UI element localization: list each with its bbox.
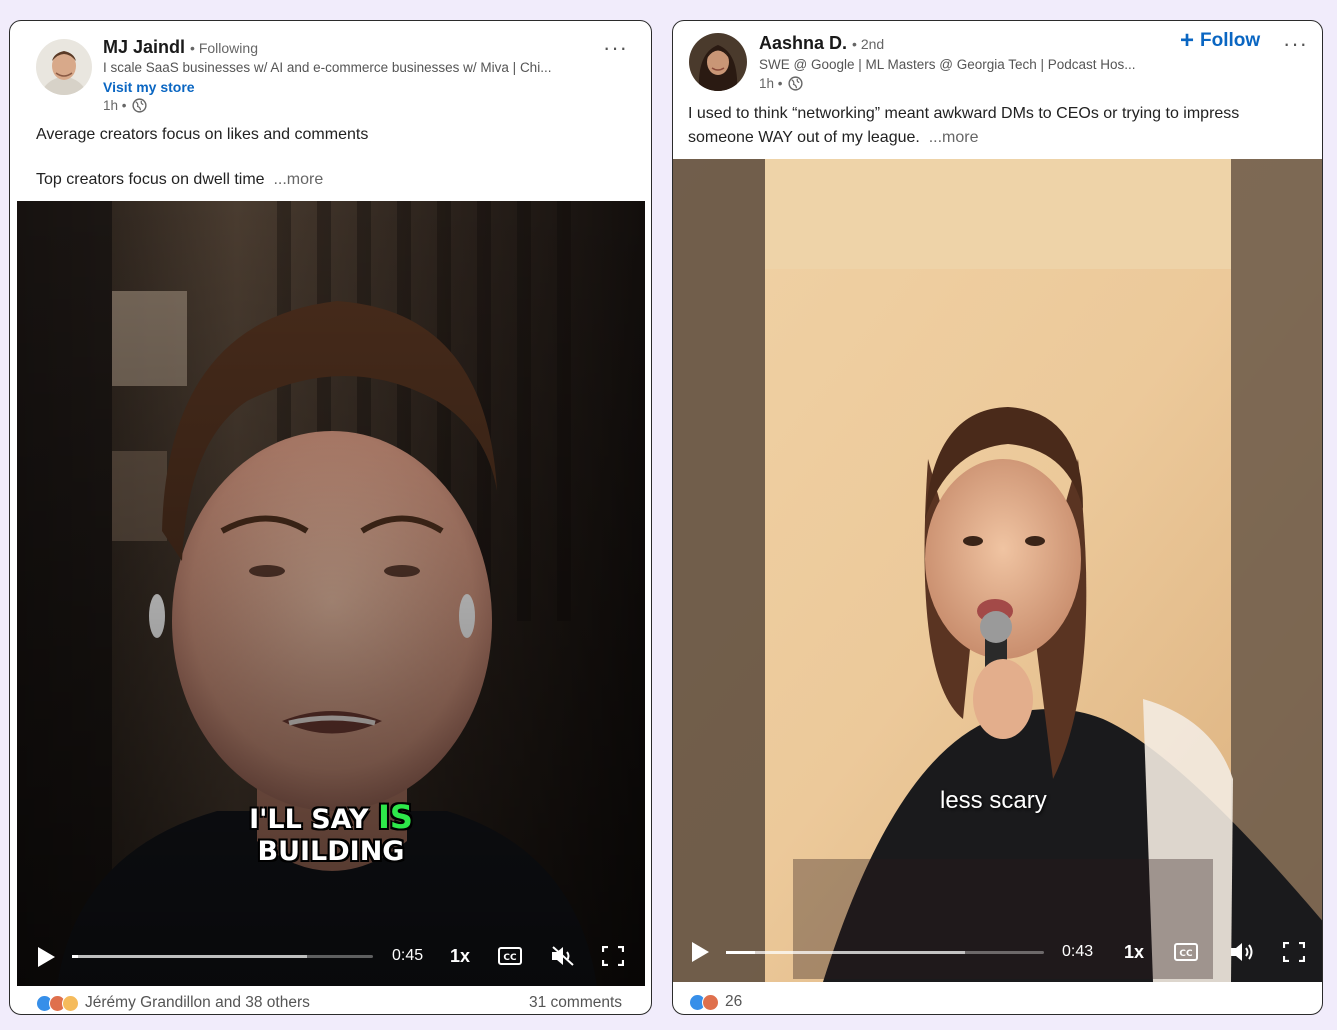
fullscreen-icon[interactable] — [600, 944, 626, 968]
buffer-fill — [726, 951, 965, 954]
see-more-link[interactable]: ...more — [273, 171, 323, 188]
reaction-icons — [36, 994, 79, 1012]
love-reaction-icon — [702, 993, 719, 1011]
video-frame — [673, 159, 1322, 982]
post-text-line1: Average creators focus on likes and comm… — [36, 126, 369, 143]
svg-text:CC: CC — [503, 953, 517, 963]
post-meta: 1h • — [759, 76, 803, 91]
played-fill — [72, 955, 79, 958]
video-time: 0:43 — [1062, 943, 1094, 960]
reactions-summary[interactable]: Jérémy Grandillon and 38 others — [36, 994, 310, 1012]
video-player[interactable]: less scary 0:43 1x CC — [673, 159, 1322, 982]
post-text-line2: someone WAY out of my league. — [688, 129, 920, 146]
connection-degree: • 2nd — [852, 36, 885, 52]
insightful-reaction-icon — [62, 994, 79, 1012]
playback-speed-button[interactable]: 1x — [1124, 942, 1144, 963]
follow-label: Follow — [1200, 30, 1261, 51]
reaction-icons — [689, 993, 719, 1011]
post-text-line2-row: someone WAY out of my league. ...more — [688, 126, 979, 150]
video-progress-bar[interactable] — [72, 955, 373, 958]
post-card-mj-jaindl: MJ Jaindl • Following I scale SaaS busin… — [9, 20, 652, 1015]
reactions-text[interactable]: Jérémy Grandillon and 38 others — [85, 994, 310, 1012]
author-name[interactable]: MJ Jaindl — [103, 37, 185, 57]
fullscreen-icon[interactable] — [1281, 940, 1307, 964]
video-time: 0:45 — [392, 947, 424, 964]
author-name[interactable]: Aashna D. — [759, 33, 847, 53]
video-controls: 0:43 1x CC — [673, 932, 1322, 972]
post-text-line2-row: Top creators focus on dwell time ...more — [36, 168, 323, 192]
comments-count[interactable]: 31 comments — [529, 994, 622, 1012]
play-icon[interactable] — [687, 940, 713, 964]
reactions-summary[interactable]: 26 — [689, 993, 742, 1011]
playback-speed-button[interactable]: 1x — [450, 946, 470, 967]
globe-icon — [131, 98, 147, 113]
post-card-aashna-d: Aashna D. • 2nd SWE @ Google | ML Master… — [672, 20, 1323, 1015]
caption-line1: I'LL SAY IS — [17, 801, 645, 836]
video-controls: 0:45 1x CC — [17, 936, 645, 976]
post-text-line2: Top creators focus on dwell time — [36, 171, 265, 188]
buffer-fill — [72, 955, 307, 958]
caption-word: I'LL SAY — [249, 804, 369, 835]
plus-icon: + — [1180, 27, 1195, 54]
follow-button[interactable]: + Follow — [1180, 27, 1261, 54]
video-frame — [17, 201, 645, 986]
see-more-link[interactable]: ...more — [929, 129, 979, 146]
post-time: 1h • — [103, 98, 127, 113]
author-avatar[interactable] — [689, 33, 747, 91]
author-avatar[interactable] — [36, 39, 92, 95]
visit-store-link[interactable]: Visit my store — [103, 79, 195, 95]
author-headline: I scale SaaS businesses w/ AI and e-comm… — [103, 60, 552, 75]
video-caption: I'LL SAY IS BUILDING — [17, 801, 645, 868]
author-name-row[interactable]: Aashna D. • 2nd — [759, 33, 884, 54]
more-options-icon[interactable]: ··· — [603, 37, 628, 59]
more-options-icon[interactable]: ··· — [1283, 33, 1308, 55]
post-time: 1h • — [759, 76, 783, 91]
author-headline: SWE @ Google | ML Masters @ Georgia Tech… — [759, 57, 1136, 72]
post-text-line1: I used to think “networking” meant awkwa… — [688, 105, 1240, 122]
speaker-icon[interactable] — [1229, 940, 1255, 964]
muted-speaker-icon[interactable] — [550, 944, 576, 968]
video-progress-bar[interactable] — [726, 951, 1044, 954]
connection-degree: • Following — [190, 40, 258, 56]
svg-text:CC: CC — [1179, 949, 1193, 959]
closed-captions-icon[interactable]: CC — [1173, 940, 1199, 964]
played-fill — [726, 951, 755, 954]
play-icon[interactable] — [33, 945, 59, 969]
reactions-count[interactable]: 26 — [725, 993, 742, 1011]
post-meta: 1h • — [103, 98, 147, 113]
caption-highlight-word: IS — [377, 798, 413, 836]
video-player[interactable]: I'LL SAY IS BUILDING 0:45 1x CC — [17, 201, 645, 986]
video-caption: less scary — [940, 787, 1047, 814]
closed-captions-icon[interactable]: CC — [497, 944, 523, 968]
globe-icon — [787, 76, 803, 91]
author-name-row[interactable]: MJ Jaindl • Following — [103, 37, 258, 58]
caption-line2: BUILDING — [257, 836, 405, 867]
